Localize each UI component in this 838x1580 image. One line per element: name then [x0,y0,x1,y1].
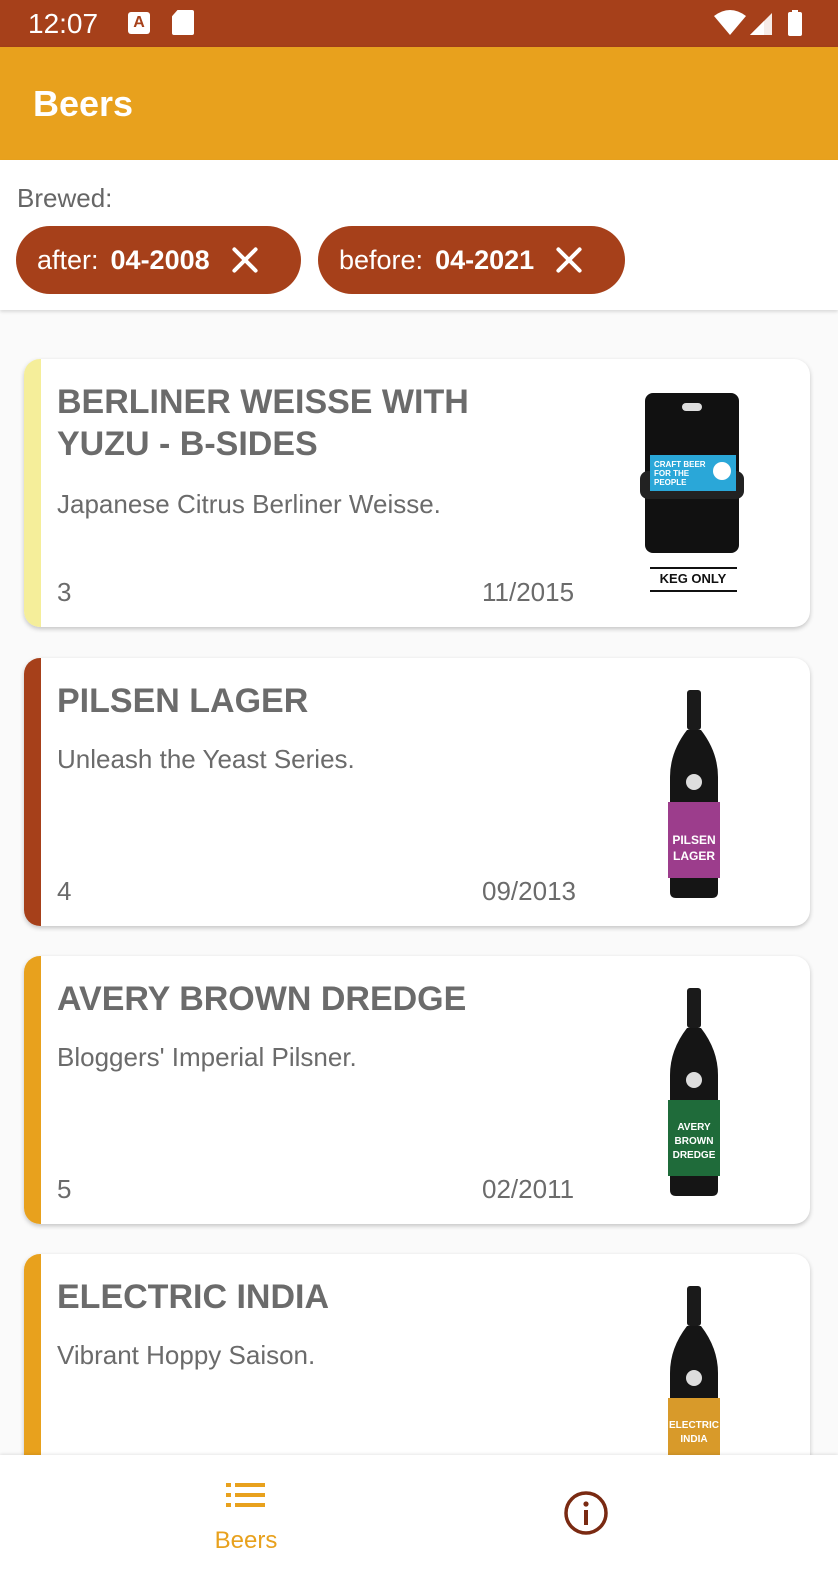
first-brewed-date: 09/2013 [482,876,576,906]
accessibility-notification-icon: A [128,12,150,34]
wifi-icon [714,10,746,35]
svg-text:BROWN: BROWN [675,1136,714,1147]
svg-text:ELECTRIC: ELECTRIC [669,1420,719,1431]
beer-id: 4 [57,876,72,906]
svg-text:INDIA: INDIA [680,1434,707,1445]
bottle-image: AVERY BROWN DREDGE [634,980,754,1200]
svg-text:DREDGE: DREDGE [673,1150,716,1161]
beer-name: Electric India [57,1278,329,1316]
beer-card[interactable]: Avery Brown Dredge Bloggers' Imperial Pi… [24,956,810,1224]
filter-label: Brewed: [17,183,113,213]
sd-card-icon [172,10,194,35]
chip-label: after: [37,244,99,275]
beer-tagline: Unleash the Yeast Series. [57,744,355,774]
before-filter-chip[interactable]: before: 04-2021 [318,226,625,294]
card-accent [24,956,41,1224]
beer-card[interactable]: Berliner Weisse With Yuzu - B-Sides Japa… [24,359,810,627]
status-icons [714,10,810,37]
beer-name: Berliner Weisse With Yuzu - B-Sides [57,383,469,463]
first-brewed-date: 02/2011 [482,1174,575,1204]
list-icon [226,1483,265,1507]
svg-text:PEOPLE: PEOPLE [654,478,687,487]
chip-value: 04-2008 [110,244,210,275]
nav-item-info[interactable] [562,1489,610,1537]
beer-card[interactable]: Pilsen Lager Unleash the Yeast Series. 4… [24,658,810,926]
status-bar: 12:07 A [0,0,838,47]
beer-tagline: Bloggers' Imperial Pilsner. [57,1042,357,1072]
keg-image: CRAFT BEER FOR THE PEOPLE KEG ONLY [634,383,754,603]
after-filter-chip[interactable]: after: 04-2008 [16,226,301,294]
page-title: Beers [33,83,134,124]
svg-text:FOR THE: FOR THE [654,469,690,478]
card-accent [24,359,41,627]
beer-id: 5 [57,1174,72,1204]
chip-label: before: [339,244,424,275]
beer-tagline: Japanese Citrus Berliner Weisse. [57,489,441,519]
close-icon[interactable] [552,243,586,277]
first-brewed-date: 11/2015 [482,577,575,607]
svg-text:AVERY: AVERY [677,1122,711,1133]
keg-label-text: KEG ONLY [660,571,727,586]
close-icon[interactable] [228,243,262,277]
svg-text:PILSEN: PILSEN [672,833,715,847]
bottom-navigation: Beers [0,1455,838,1580]
bottle-image: PILSEN LAGER [634,682,754,902]
card-accent [24,658,41,926]
status-time: 12:07 [28,8,99,39]
app-bar: Beers [0,47,838,160]
beer-tagline: Vibrant Hoppy Saison. [57,1340,316,1370]
nav-label: Beers [214,1527,278,1554]
beer-name: Pilsen Lager [57,682,309,720]
beer-name: Avery Brown Dredge [57,980,467,1018]
beer-id: 3 [57,577,72,607]
battery-icon [788,12,802,36]
svg-text:LAGER: LAGER [673,849,715,863]
svg-text:CRAFT BEER: CRAFT BEER [654,460,706,469]
info-icon [564,1491,608,1535]
brewed-filter-panel: Brewed: after: 04-2008 before: 04-2021 [0,160,838,310]
nav-item-beers[interactable]: Beers [190,1475,302,1565]
chip-value: 04-2021 [435,244,535,275]
